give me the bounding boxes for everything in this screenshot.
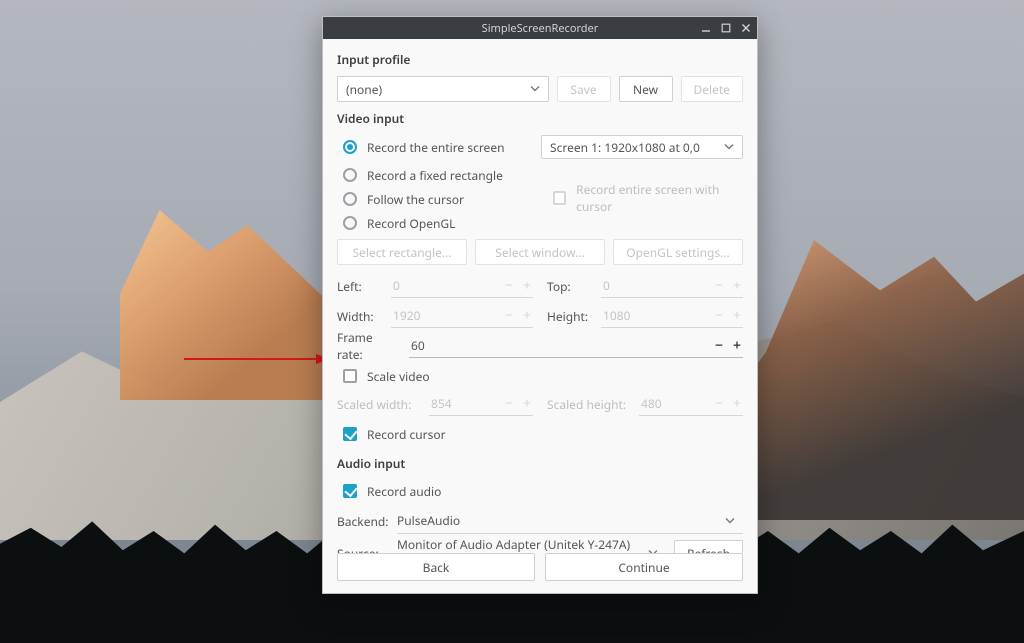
titlebar[interactable]: SimpleScreenRecorder: [323, 17, 757, 39]
radio-label: Record OpenGL: [367, 215, 455, 232]
field-label: Scaled width:: [337, 396, 421, 413]
stepper-icon: −+: [505, 306, 531, 325]
check-record-cursor[interactable]: Record cursor: [337, 423, 743, 445]
back-button[interactable]: Back: [337, 553, 535, 581]
field-value[interactable]: 60: [411, 337, 715, 354]
field-value: 854: [431, 395, 505, 412]
new-button[interactable]: New: [619, 76, 673, 102]
backend-value: PulseAudio: [397, 512, 460, 529]
continue-button[interactable]: Continue: [545, 553, 743, 581]
opengl-settings-button: OpenGL settings...: [613, 239, 743, 265]
backend-select[interactable]: PulseAudio: [397, 508, 743, 534]
radio-icon: [343, 216, 357, 230]
radio-label: Follow the cursor: [367, 191, 464, 208]
checkbox-label: Record entire screen with cursor: [576, 181, 743, 215]
scaled-width-field: Scaled width: 854−+: [337, 391, 533, 417]
field-label: Width:: [337, 308, 383, 325]
maximize-icon[interactable]: [719, 21, 733, 35]
stepper-icon: −+: [505, 394, 531, 413]
field-value: 0: [603, 277, 715, 294]
field-label: Left:: [337, 278, 383, 295]
stepper-icon: −+: [505, 276, 531, 295]
refresh-button[interactable]: Refresh: [674, 540, 743, 553]
minimize-icon[interactable]: [699, 21, 713, 35]
input-profile-select[interactable]: (none): [337, 76, 549, 102]
checkbox-label: Scale video: [367, 368, 430, 385]
field-value: 480: [641, 395, 715, 412]
audio-input-heading: Audio input: [337, 455, 743, 472]
check-record-entire-with-cursor: Record entire screen with cursor: [547, 187, 743, 209]
video-input-heading: Video input: [337, 110, 743, 127]
framerate-field[interactable]: Frame rate: 60−+: [337, 333, 743, 359]
source-label: Source:: [337, 545, 389, 554]
field-value: 1920: [393, 307, 505, 324]
top-field: Top: 0−+: [547, 273, 743, 299]
field-value: 0: [393, 277, 505, 294]
radio-follow-cursor[interactable]: Follow the cursor: [337, 187, 533, 211]
field-value: 1080: [603, 307, 715, 324]
select-window-button: Select window...: [475, 239, 605, 265]
radio-label: Record the entire screen: [367, 139, 505, 156]
checkbox-icon: [553, 191, 566, 205]
stepper-icon[interactable]: −+: [715, 336, 741, 355]
plus-icon: +: [733, 336, 741, 355]
checkbox-icon[interactable]: [343, 369, 357, 383]
close-icon[interactable]: [739, 21, 753, 35]
window-title: SimpleScreenRecorder: [482, 21, 599, 36]
screen-select[interactable]: Screen 1: 1920x1080 at 0,0: [541, 135, 743, 159]
radio-label: Record a fixed rectangle: [367, 167, 503, 184]
radio-icon: [343, 140, 357, 154]
radio-record-entire[interactable]: Record the entire screen: [337, 135, 527, 159]
select-rectangle-button: Select rectangle...: [337, 239, 467, 265]
field-label: Scaled height:: [547, 396, 631, 413]
field-label: Frame rate:: [337, 329, 401, 363]
field-label: Height:: [547, 308, 593, 325]
source-select[interactable]: Monitor of Audio Adapter (Unitek Y-247A)…: [397, 540, 666, 553]
height-field: Height: 1080−+: [547, 303, 743, 329]
scaled-height-field: Scaled height: 480−+: [547, 391, 743, 417]
left-field: Left: 0−+: [337, 273, 533, 299]
chevron-down-icon: [724, 139, 734, 156]
window-controls: [699, 17, 753, 39]
field-label: Top:: [547, 278, 593, 295]
input-profile-heading: Input profile: [337, 51, 743, 68]
delete-button[interactable]: Delete: [681, 76, 744, 102]
app-window: SimpleScreenRecorder Input profile (none…: [322, 16, 758, 594]
input-profile-value: (none): [346, 81, 382, 98]
stepper-icon: −+: [715, 306, 741, 325]
checkbox-label: Record audio: [367, 483, 441, 500]
width-field: Width: 1920−+: [337, 303, 533, 329]
backend-label: Backend:: [337, 513, 389, 530]
chevron-down-icon: [648, 544, 658, 553]
checkbox-icon[interactable]: [343, 484, 357, 498]
checkbox-label: Record cursor: [367, 426, 446, 443]
save-button[interactable]: Save: [557, 76, 611, 102]
radio-icon: [343, 168, 357, 182]
screen-select-value: Screen 1: 1920x1080 at 0,0: [550, 139, 700, 156]
check-record-audio[interactable]: Record audio: [337, 480, 743, 502]
chevron-down-icon: [725, 512, 735, 529]
stepper-icon: −+: [715, 394, 741, 413]
source-value: Monitor of Audio Adapter (Unitek Y-247A)…: [397, 536, 658, 554]
minus-icon: −: [715, 336, 723, 355]
check-scale-video[interactable]: Scale video: [337, 365, 743, 387]
checkbox-icon[interactable]: [343, 427, 357, 441]
radio-icon: [343, 192, 357, 206]
stepper-icon: −+: [715, 276, 741, 295]
chevron-down-icon: [530, 81, 540, 98]
